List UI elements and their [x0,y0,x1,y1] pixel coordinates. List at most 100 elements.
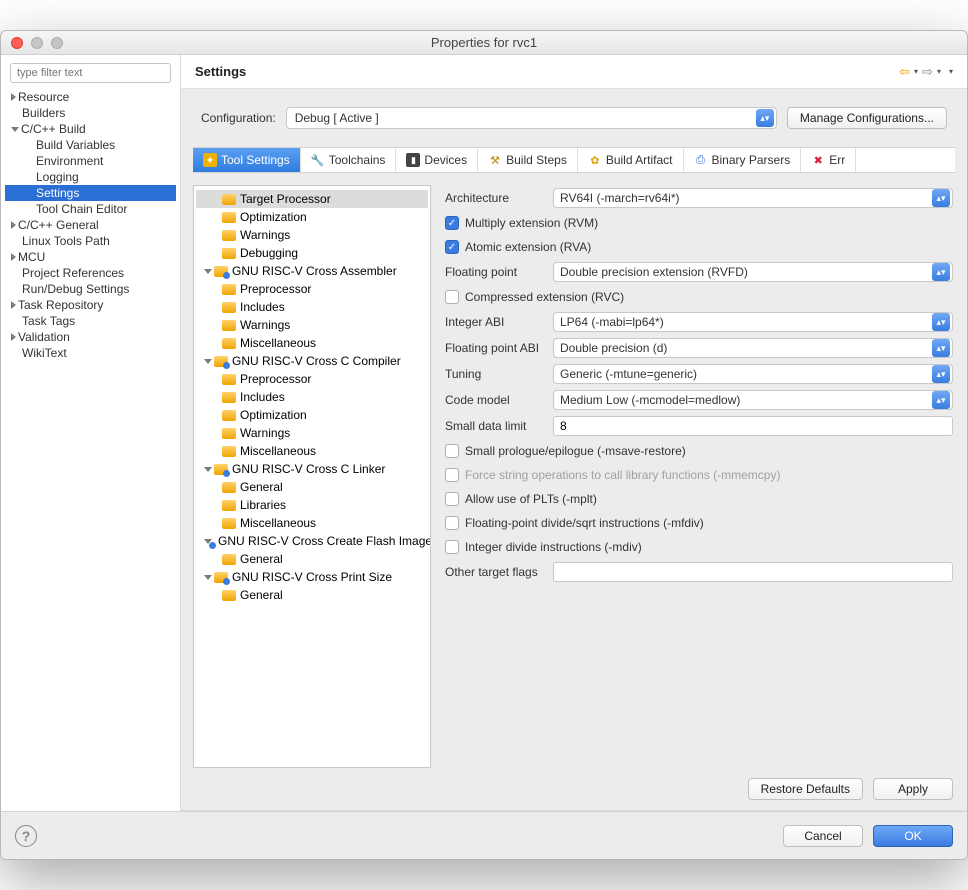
nav-item-resource[interactable]: Resource [5,89,176,105]
tool-tree-gnu-risc-v-cross-c-compiler[interactable]: GNU RISC-V Cross C Compiler [196,352,428,370]
tool-tree-target-processor[interactable]: Target Processor [196,190,428,208]
tab-build-steps[interactable]: ⚒Build Steps [478,148,578,172]
other-flags-input[interactable] [553,562,953,582]
ok-button[interactable]: OK [873,825,953,847]
compressed-checkbox[interactable]: Compressed extension (RVC) [445,285,953,309]
nav-item-mcu[interactable]: MCU [5,249,176,265]
configuration-label: Configuration: [201,111,276,125]
filter-input[interactable] [10,63,171,83]
tool-icon [214,572,228,583]
disclosure-icon [204,269,212,274]
small-data-label: Small data limit [445,419,545,433]
nav-item-validation[interactable]: Validation [5,329,176,345]
page-title: Settings [195,64,246,79]
tab-toolchains[interactable]: 🔧Toolchains [301,148,397,172]
tool-tree-libraries[interactable]: Libraries [196,496,428,514]
plt-checkbox[interactable]: Allow use of PLTs (-mplt) [445,487,953,511]
manage-configurations-button[interactable]: Manage Configurations... [787,107,947,129]
tool-tree-gnu-risc-v-cross-create-flash-image[interactable]: GNU RISC-V Cross Create Flash Image [196,532,428,550]
folder-icon [222,374,236,385]
tool-tree-miscellaneous[interactable]: Miscellaneous [196,442,428,460]
dropdown-icon: ▴▾ [756,109,774,127]
architecture-label: Architecture [445,191,545,205]
tool-tree-miscellaneous[interactable]: Miscellaneous [196,334,428,352]
restore-defaults-button[interactable]: Restore Defaults [748,778,863,800]
configuration-select[interactable]: Debug [ Active ] ▴▾ [286,107,777,129]
code-model-label: Code model [445,393,545,407]
help-icon[interactable]: ? [15,825,37,847]
disclosure-icon [11,93,16,101]
tool-tree-optimization[interactable]: Optimization [196,208,428,226]
nav-item-settings[interactable]: Settings [5,185,176,201]
tool-tree-includes[interactable]: Includes [196,388,428,406]
floating-point-select[interactable]: Double precision extension (RVFD)▴▾ [553,262,953,282]
small-data-input[interactable] [553,416,953,436]
folder-icon [222,320,236,331]
architecture-select[interactable]: RV64I (-march=rv64i*)▴▾ [553,188,953,208]
tab-build-artifact[interactable]: ✿Build Artifact [578,148,684,172]
tab-tool-settings[interactable]: ✦Tool Settings [193,148,301,172]
tab-strip: ✦Tool Settings🔧Toolchains▮Devices⚒Build … [193,147,955,173]
prologue-checkbox[interactable]: Small prologue/epilogue (-msave-restore) [445,439,953,463]
code-model-select[interactable]: Medium Low (-mcmodel=medlow)▴▾ [553,390,953,410]
tool-tree-general[interactable]: General [196,586,428,604]
back-menu-icon[interactable]: ▾ [914,67,918,76]
tool-tree-general[interactable]: General [196,478,428,496]
tab-binary-parsers[interactable]: ⎙Binary Parsers [684,148,802,172]
folder-icon [222,446,236,457]
art-icon: ✿ [588,153,602,167]
nav-item-wikitext[interactable]: WikiText [5,345,176,361]
folder-icon [222,284,236,295]
forward-icon[interactable]: ⇨ [922,64,933,80]
forward-menu-icon[interactable]: ▾ [937,67,941,76]
nav-item-c-c-build[interactable]: C/C++ Build [5,121,176,137]
tool-tree-gnu-risc-v-cross-assembler[interactable]: GNU RISC-V Cross Assembler [196,262,428,280]
tool-tree-miscellaneous[interactable]: Miscellaneous [196,514,428,532]
tool-tree-warnings[interactable]: Warnings [196,316,428,334]
tool-icon [214,464,228,475]
window-title: Properties for rvc1 [1,35,967,50]
folder-icon [222,500,236,511]
view-menu-icon[interactable]: ▾ [949,67,953,76]
nav-item-run-debug-settings[interactable]: Run/Debug Settings [5,281,176,297]
tool-tree-warnings[interactable]: Warnings [196,424,428,442]
disclosure-icon [11,127,19,132]
apply-button[interactable]: Apply [873,778,953,800]
nav-item-logging[interactable]: Logging [5,169,176,185]
memcpy-checkbox: Force string operations to call library … [445,463,953,487]
tab-err[interactable]: ✖Err [801,148,856,172]
disclosure-icon [204,575,212,580]
cancel-button[interactable]: Cancel [783,825,863,847]
back-icon[interactable]: ⇦ [899,64,910,80]
disclosure-icon [11,221,16,229]
integer-abi-select[interactable]: LP64 (-mabi=lp64*)▴▾ [553,312,953,332]
nav-item-project-references[interactable]: Project References [5,265,176,281]
nav-item-task-repository[interactable]: Task Repository [5,297,176,313]
nav-item-task-tags[interactable]: Task Tags [5,313,176,329]
nav-item-linux-tools-path[interactable]: Linux Tools Path [5,233,176,249]
floating-abi-select[interactable]: Double precision (d)▴▾ [553,338,953,358]
tuning-select[interactable]: Generic (-mtune=generic)▴▾ [553,364,953,384]
fdiv-checkbox[interactable]: Floating-point divide/sqrt instructions … [445,511,953,535]
mdiv-checkbox[interactable]: Integer divide instructions (-mdiv) [445,535,953,559]
nav-item-build-variables[interactable]: Build Variables [5,137,176,153]
nav-item-tool-chain-editor[interactable]: Tool Chain Editor [5,201,176,217]
tool-tree-includes[interactable]: Includes [196,298,428,316]
tool-tree-gnu-risc-v-cross-c-linker[interactable]: GNU RISC-V Cross C Linker [196,460,428,478]
folder-icon [222,392,236,403]
atomic-checkbox[interactable]: ✓Atomic extension (RVA) [445,235,953,259]
tool-tree-debugging[interactable]: Debugging [196,244,428,262]
multiply-checkbox[interactable]: ✓Multiply extension (RVM) [445,211,953,235]
tool-tree-warnings[interactable]: Warnings [196,226,428,244]
tool-tree-optimization[interactable]: Optimization [196,406,428,424]
hammer-icon: ⚒ [488,153,502,167]
nav-item-builders[interactable]: Builders [5,105,176,121]
tool-tree-general[interactable]: General [196,550,428,568]
tab-devices[interactable]: ▮Devices [396,148,478,172]
tool-tree-preprocessor[interactable]: Preprocessor [196,370,428,388]
folder-icon [222,482,236,493]
nav-item-c-c-general[interactable]: C/C++ General [5,217,176,233]
nav-item-environment[interactable]: Environment [5,153,176,169]
tool-tree-preprocessor[interactable]: Preprocessor [196,280,428,298]
tool-tree-gnu-risc-v-cross-print-size[interactable]: GNU RISC-V Cross Print Size [196,568,428,586]
